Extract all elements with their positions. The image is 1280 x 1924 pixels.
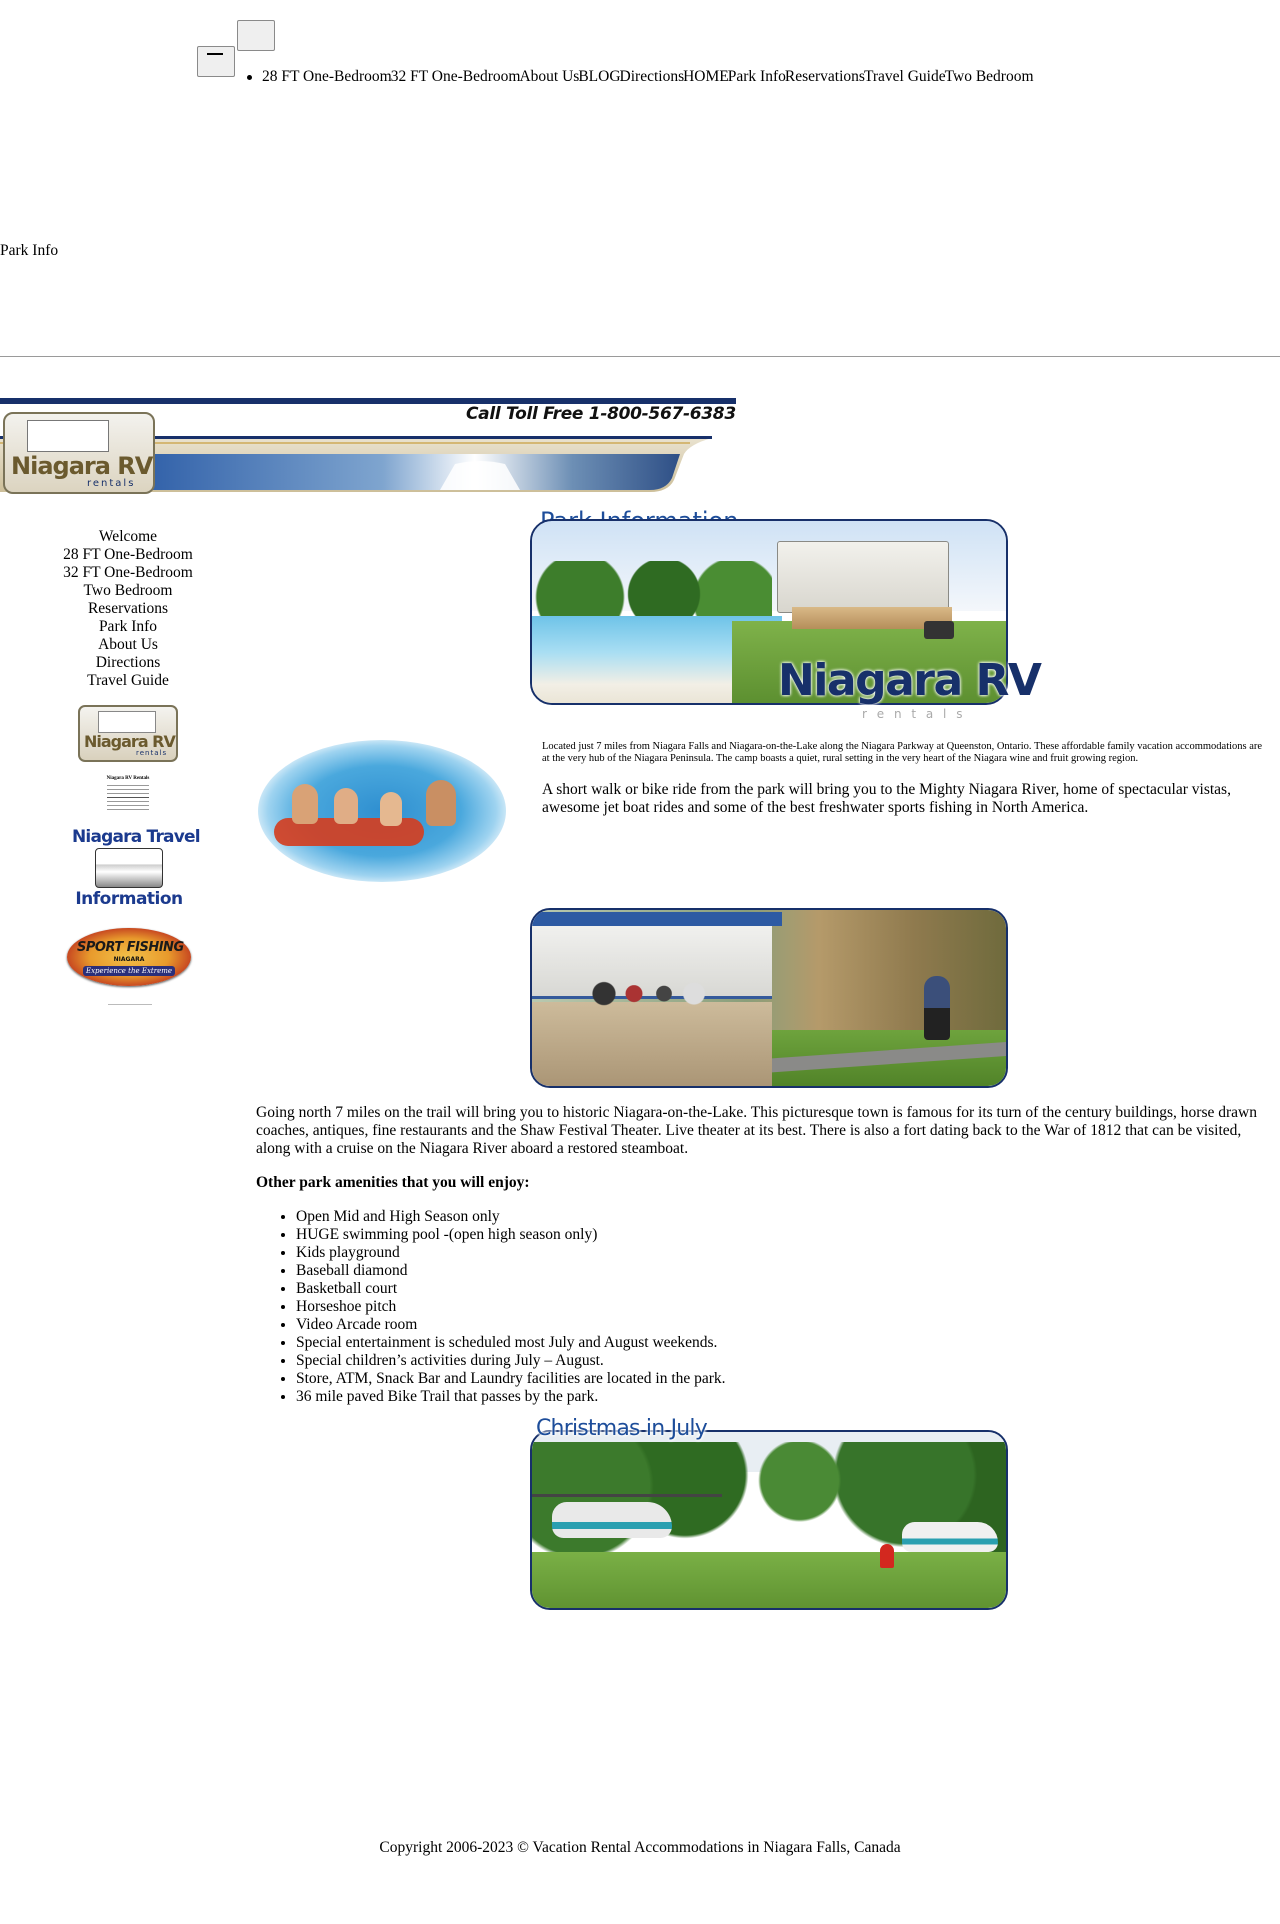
christmas-photo <box>530 1430 1008 1610</box>
bike-trail-photo <box>530 908 1008 1088</box>
hero-brand-sub: r e n t a l s <box>862 707 966 721</box>
left-menu-item-about[interactable]: About Us <box>0 636 256 654</box>
list-item: Video Arcade room <box>296 1316 1280 1334</box>
header-banner: Call Toll Free 1-800-567-6383 Niagara RV… <box>0 398 736 494</box>
address-title: Niagara RV Rentals <box>106 776 150 781</box>
list-item: Horseshoe pitch <box>296 1298 1280 1316</box>
fishing-sub: NIAGARA <box>113 956 145 963</box>
sidebar-logo[interactable]: Niagara RV rentals <box>78 705 178 762</box>
awning <box>532 912 782 926</box>
close-menu-button[interactable] <box>197 46 235 77</box>
person <box>380 792 402 826</box>
phone-banner-text: Call Toll Free 1-800-567-6383 <box>466 404 736 424</box>
top-nav-item-blog[interactable]: BLOG <box>578 68 620 85</box>
list-item: Basketball court <box>296 1280 1280 1298</box>
page-title: Park Info <box>0 242 59 259</box>
left-menu-item-28ft[interactable]: 28 FT One-Bedroom <box>0 546 256 564</box>
christmas-in-july-section: Christmas in July <box>530 1416 1010 1610</box>
list-item: 36 mile paved Bike Trail that passes by … <box>296 1388 1280 1406</box>
list-item: Store, ATM, Snack Bar and Laundry facili… <box>296 1370 1280 1388</box>
maid-of-mist-illustration <box>95 848 163 888</box>
north-paragraph: Going north 7 miles on the trail will br… <box>256 1104 1257 1157</box>
family-pool-photo <box>258 740 506 882</box>
top-nav-item-32ft[interactable]: 32 FT One-Bedroom <box>391 68 521 85</box>
left-menu-item-travel-guide[interactable]: Travel Guide <box>0 672 256 690</box>
top-nav-item-28ft[interactable]: 28 FT One-Bedroom <box>247 68 392 85</box>
address-lines <box>107 785 149 810</box>
top-nav: 28 FT One-Bedroom32 FT One-BedroomAbout … <box>247 68 1034 86</box>
intro-small-text: Located just 7 miles from Niagara Falls … <box>542 741 1263 764</box>
top-nav-item-reservations[interactable]: Reservations <box>785 68 865 85</box>
sport-fishing-logo[interactable]: SPORT FISHING NIAGARA Experience the Ext… <box>67 928 191 986</box>
deck <box>532 1002 772 1086</box>
person <box>334 788 358 824</box>
people-group <box>592 980 712 1014</box>
banner-logo-sub: rentals <box>87 478 136 489</box>
rv-illustration <box>27 420 109 452</box>
menu-toggle-button[interactable] <box>237 20 275 51</box>
christmas-heading: Christmas in July <box>536 1416 708 1441</box>
list-item: HUGE swimming pool -(open high season on… <box>296 1226 1280 1244</box>
list-item: Kids playground <box>296 1244 1280 1262</box>
top-nav-item-directions[interactable]: Directions <box>620 68 685 85</box>
banner-logo-title: Niagara RV <box>11 452 153 480</box>
address-block: Niagara RV Rentals <box>88 776 168 813</box>
top-nav-item-travel-guide[interactable]: Travel Guide <box>864 68 946 85</box>
top-nav-item-two-bedroom[interactable]: Two Bedroom <box>945 68 1034 85</box>
intro-river-text: A short walk or bike ride from the park … <box>542 781 1231 816</box>
cyclist <box>924 976 950 1040</box>
travel-logo-line1: Niagara Travel <box>72 827 201 847</box>
top-nav-item-home[interactable]: HOME <box>683 68 729 85</box>
fishing-tag: Experience the Extreme <box>83 966 175 976</box>
left-menu-item-directions[interactable]: Directions <box>0 654 256 672</box>
helicopter <box>552 1502 672 1538</box>
rotor <box>532 1494 722 1497</box>
amenities-list: Open Mid and High Season only HUGE swimm… <box>256 1208 1280 1406</box>
bullet-icon <box>247 75 252 80</box>
left-menu: Welcome 28 FT One-Bedroom 32 FT One-Bedr… <box>0 528 256 690</box>
person <box>292 784 318 824</box>
banner-logo[interactable]: Niagara RV rentals <box>3 412 155 494</box>
sidebar-divider <box>108 1004 152 1005</box>
list-item: Special children’s activities during Jul… <box>296 1352 1280 1370</box>
left-menu-item-park-info[interactable]: Park Info <box>0 618 256 636</box>
helicopter <box>902 1522 998 1552</box>
top-nav-item-park-info[interactable]: Park Info <box>728 68 786 85</box>
niagara-travel-logo[interactable]: Niagara Travel Information <box>72 827 201 910</box>
sidebar-logo-sub: rentals <box>136 749 168 757</box>
travel-logo-line2: Information <box>75 889 183 909</box>
left-menu-item-reservations[interactable]: Reservations <box>0 600 256 618</box>
trees <box>532 561 772 621</box>
footer-copyright: Copyright 2006-2023 © Vacation Rental Ac… <box>379 1839 901 1856</box>
lawn <box>532 1552 1006 1608</box>
top-nav-item-about[interactable]: About Us <box>519 68 579 85</box>
list-item: Special entertainment is scheduled most … <box>296 1334 1280 1352</box>
divider <box>0 356 1280 357</box>
amenities-heading: Other park amenities that you will enjoy… <box>256 1174 530 1191</box>
fishing-title: SPORT FISHING <box>77 940 184 955</box>
left-menu-item-two-bedroom[interactable]: Two Bedroom <box>0 582 256 600</box>
minus-icon <box>207 53 223 55</box>
left-menu-item-welcome[interactable]: Welcome <box>0 528 256 546</box>
trailer <box>777 541 949 613</box>
hero-brand: Niagara RV <box>778 655 1042 706</box>
rv-illustration <box>98 711 156 733</box>
list-item: Open Mid and High Season only <box>296 1208 1280 1226</box>
left-menu-item-32ft[interactable]: 32 FT One-Bedroom <box>0 564 256 582</box>
bbq <box>924 621 954 639</box>
park-information-hero: Park Information Niagara RV r e n t a l … <box>530 505 1042 727</box>
person <box>426 780 456 826</box>
santa <box>880 1544 894 1568</box>
list-item: Baseball diamond <box>296 1262 1280 1280</box>
